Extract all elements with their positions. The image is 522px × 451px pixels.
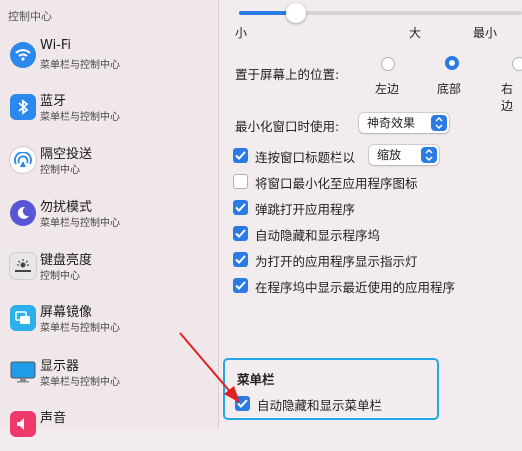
position-right-label: 右边 — [501, 82, 514, 113]
airdrop-icon — [10, 147, 36, 173]
minimize-effect-value: 神奇效果 — [367, 116, 416, 130]
minimize-label: 最小化窗口时使用: — [235, 119, 340, 134]
size-max-label: 大 — [409, 26, 422, 40]
sidebar-item-title: Wi-Fi — [40, 38, 72, 53]
sidebar-item-subtitle: 菜单栏与控制中心 — [40, 112, 120, 123]
show-recent-apps-label: 在程序坞中显示最近使用的应用程序 — [255, 280, 456, 295]
position-bottom-label: 底部 — [437, 82, 462, 96]
moon-icon — [10, 200, 36, 226]
animate-opening-label: 弹跳打开应用程序 — [255, 202, 356, 217]
sidebar-item-title: 隔空投送 — [40, 147, 93, 162]
sidebar-item-subtitle: 菜单栏与控制中心 — [40, 218, 120, 229]
double-click-label: 连按窗口标题栏以 — [255, 150, 356, 165]
chevron-updown-icon — [431, 115, 447, 131]
double-click-action-select[interactable]: 缩放 — [369, 145, 439, 165]
sidebar-item-title: 屏幕镜像 — [40, 305, 93, 320]
screen-mirroring-icon — [10, 305, 36, 331]
minimize-to-app-icon-label: 将窗口最小化至应用程序图标 — [255, 176, 418, 191]
animate-opening-checkbox[interactable] — [233, 200, 248, 215]
sidebar-item-sound[interactable]: 声音 — [8, 407, 213, 451]
autohide-dock-label: 自动隐藏和显示程序坞 — [255, 228, 381, 243]
position-bottom-radio[interactable] — [445, 56, 459, 70]
autohide-dock-checkbox[interactable] — [233, 226, 248, 241]
annotation-arrow-icon — [179, 332, 240, 403]
show-indicators-checkbox[interactable] — [233, 252, 248, 267]
sidebar-item-title: 勿扰模式 — [40, 200, 93, 215]
sidebar-item-bluetooth[interactable]: 蓝牙 菜单栏与控制中心 — [8, 90, 213, 134]
sidebar-item-subtitle: 菜单栏与控制中心 — [40, 377, 120, 388]
double-click-action-value: 缩放 — [377, 148, 402, 162]
dock-size-slider-thumb[interactable] — [286, 3, 306, 23]
dock-settings-pane: 小 大 最小 置于屏幕上的位置: 左边 底部 右边 最小化窗口时使用: 神奇效果… — [219, 0, 522, 429]
sidebar-item-airdrop[interactable]: 隔空投送 控制中心 — [8, 143, 213, 187]
show-indicators-label: 为打开的应用程序显示指示灯 — [255, 254, 418, 269]
dock-size-slider[interactable] — [239, 11, 522, 15]
position-label: 置于屏幕上的位置: — [235, 67, 340, 82]
sidebar-item-title: 蓝牙 — [40, 94, 67, 109]
sidebar-item-subtitle: 控制中心 — [40, 271, 80, 282]
position-left-label: 左边 — [375, 82, 400, 96]
size-min-label: 小 — [235, 26, 248, 40]
double-click-checkbox[interactable] — [233, 148, 248, 163]
sidebar-item-subtitle: 控制中心 — [40, 165, 80, 176]
sidebar-item-subtitle: 菜单栏与控制中心 — [40, 323, 120, 334]
minimize-to-app-icon-checkbox[interactable] — [233, 174, 248, 189]
position-left-radio[interactable] — [381, 57, 395, 71]
sidebar-item-wifi[interactable]: Wi-Fi 菜单栏与控制中心 — [8, 38, 213, 82]
bluetooth-icon — [10, 94, 36, 120]
menubar-section: 菜单栏 自动隐藏和显示菜单栏 — [223, 358, 439, 420]
sidebar-item-title: 显示器 — [40, 359, 80, 374]
sidebar-item-subtitle: 菜单栏与控制中心 — [40, 60, 120, 71]
sound-icon — [10, 411, 36, 437]
keyboard-brightness-icon — [10, 253, 36, 279]
minimize-effect-select[interactable]: 神奇效果 — [359, 113, 449, 133]
magnify-min-label: 最小 — [473, 26, 498, 40]
sidebar-item-do-not-disturb[interactable]: 勿扰模式 菜单栏与控制中心 — [8, 196, 213, 240]
display-icon — [10, 359, 36, 385]
autohide-menubar-label: 自动隐藏和显示菜单栏 — [257, 398, 383, 413]
sidebar-item-title: 键盘亮度 — [40, 253, 93, 268]
sidebar-header: 控制中心 — [8, 10, 52, 23]
sidebar-item-keyboard-brightness[interactable]: 键盘亮度 控制中心 — [8, 249, 213, 293]
position-right-radio[interactable] — [512, 57, 522, 71]
show-recent-apps-checkbox[interactable] — [233, 278, 248, 293]
wifi-icon — [10, 42, 36, 68]
chevron-updown-icon — [421, 147, 437, 163]
sidebar-item-title: 声音 — [40, 411, 67, 426]
